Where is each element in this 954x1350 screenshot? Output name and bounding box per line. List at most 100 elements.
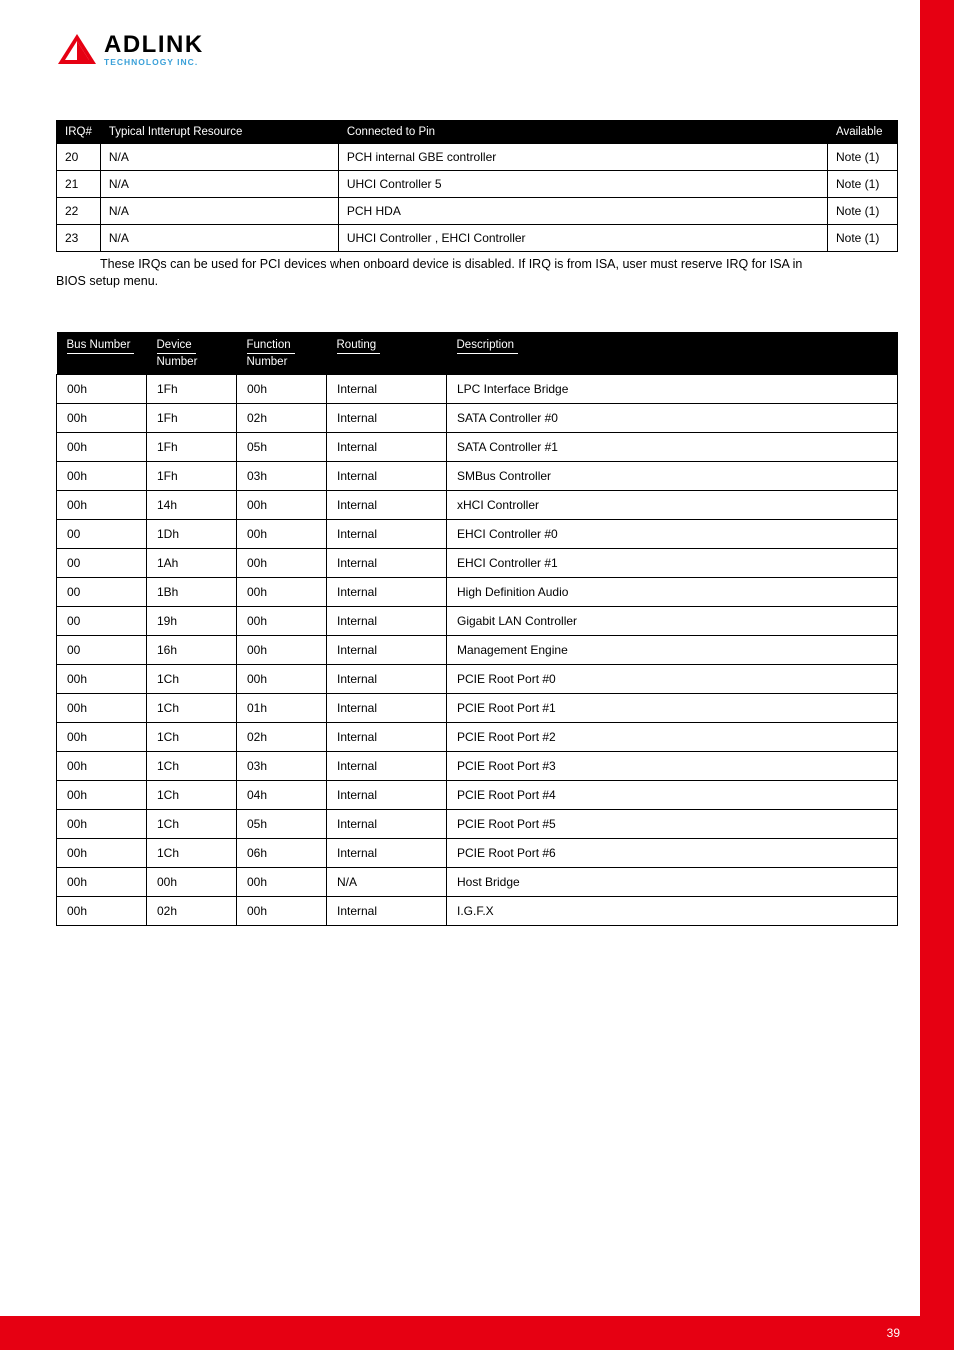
table-row: 001Bh00hInternalHigh Definition Audio	[57, 577, 898, 606]
table-cell: N/A	[100, 198, 338, 225]
table-cell: xHCI Controller	[447, 490, 898, 519]
table-cell: Internal	[327, 374, 447, 403]
table-cell: 00	[57, 548, 147, 577]
table-row: 00h1Ch01hInternalPCIE Root Port #1	[57, 693, 898, 722]
table-cell: 1Bh	[147, 577, 237, 606]
table-cell: PCH HDA	[338, 198, 827, 225]
table-cell: Internal	[327, 403, 447, 432]
table-cell: EHCI Controller #1	[447, 548, 898, 577]
table-cell: N/A	[327, 867, 447, 896]
table-row: 00h1Ch03hInternalPCIE Root Port #3	[57, 751, 898, 780]
table-cell: 16h	[147, 635, 237, 664]
table-cell: LPC Interface Bridge	[447, 374, 898, 403]
table-row: 00h1Ch06hInternalPCIE Root Port #6	[57, 838, 898, 867]
table-cell: 00	[57, 635, 147, 664]
table-row: 00h02h00hInternalI.G.F.X	[57, 896, 898, 925]
table-row: 22N/APCH HDANote (1)	[57, 198, 898, 225]
table-cell: 23	[57, 225, 101, 252]
table-cell: 1Fh	[147, 432, 237, 461]
col-pin: Connected to Pin	[338, 121, 827, 144]
table-cell: 1Ah	[147, 548, 237, 577]
table-cell: 02h	[237, 403, 327, 432]
table-cell: 00h	[57, 432, 147, 461]
table-cell: 00h	[237, 867, 327, 896]
table-cell: 00h	[57, 461, 147, 490]
table-cell: 00h	[237, 519, 327, 548]
page-footer: 39	[0, 1316, 954, 1350]
table-cell: 00h	[57, 722, 147, 751]
table-cell: 00h	[57, 374, 147, 403]
col-routing: Routing	[327, 332, 447, 374]
table-cell: 00h	[57, 751, 147, 780]
table-cell: PCIE Root Port #1	[447, 693, 898, 722]
logo-triangle-icon	[56, 32, 98, 69]
table-cell: 00h	[57, 490, 147, 519]
table-cell: 06h	[237, 838, 327, 867]
table-cell: Internal	[327, 722, 447, 751]
table-cell: 21	[57, 171, 101, 198]
table-cell: 05h	[237, 809, 327, 838]
table-cell: 20	[57, 144, 101, 171]
table-row: 0016h00hInternalManagement Engine	[57, 635, 898, 664]
table-cell: 01h	[237, 693, 327, 722]
col-device-number: DeviceNumber	[147, 332, 237, 374]
table-cell: Host Bridge	[447, 867, 898, 896]
page-accent-sidebar	[920, 0, 954, 1350]
table-cell: 02h	[237, 722, 327, 751]
table-cell: PCIE Root Port #5	[447, 809, 898, 838]
table-cell: 1Ch	[147, 664, 237, 693]
table-cell: N/A	[100, 171, 338, 198]
col-resource: Typical Intterupt Resource	[100, 121, 338, 144]
table-row: 001Dh00hInternalEHCI Controller #0	[57, 519, 898, 548]
logo-text-main: ADLINK	[104, 31, 204, 58]
col-bus-number: Bus Number	[57, 332, 147, 374]
table-row: 00h1Fh00hInternalLPC Interface Bridge	[57, 374, 898, 403]
logo-text-sub: TECHNOLOGY INC.	[104, 57, 198, 67]
table-row: 001Ah00hInternalEHCI Controller #1	[57, 548, 898, 577]
table-cell: 00h	[147, 867, 237, 896]
table-cell: 05h	[237, 432, 327, 461]
table-header-row: Bus Number DeviceNumber FunctionNumber R…	[57, 332, 898, 374]
table-cell: UHCI Controller , EHCI Controller	[338, 225, 827, 252]
table-cell: Internal	[327, 896, 447, 925]
table-row: 00h1Ch00hInternalPCIE Root Port #0	[57, 664, 898, 693]
table-cell: 00h	[57, 403, 147, 432]
table-cell: PCIE Root Port #0	[447, 664, 898, 693]
table-cell: Internal	[327, 751, 447, 780]
table-cell: Note (1)	[828, 198, 898, 225]
page-number: 39	[887, 1326, 900, 1340]
table-cell: 00h	[57, 664, 147, 693]
table-cell: 1Ch	[147, 809, 237, 838]
table-cell: 00h	[237, 635, 327, 664]
table-row: 21N/AUHCI Controller 5Note (1)	[57, 171, 898, 198]
table-cell: UHCI Controller 5	[338, 171, 827, 198]
table-cell: 1Fh	[147, 374, 237, 403]
table-cell: I.G.F.X	[447, 896, 898, 925]
table-cell: Internal	[327, 432, 447, 461]
pci-device-table: Bus Number DeviceNumber FunctionNumber R…	[56, 332, 898, 926]
table-cell: 00h	[237, 490, 327, 519]
note-line-1: These IRQs can be used for PCI devices w…	[100, 257, 802, 271]
table-cell: 1Ch	[147, 693, 237, 722]
table-cell: High Definition Audio	[447, 577, 898, 606]
table-cell: 00h	[237, 664, 327, 693]
table-cell: Internal	[327, 577, 447, 606]
table-cell: 00h	[57, 809, 147, 838]
table-cell: 00h	[237, 896, 327, 925]
col-irq: IRQ#	[57, 121, 101, 144]
table-row: 00h1Fh03hInternalSMBus Controller	[57, 461, 898, 490]
table-cell: PCIE Root Port #4	[447, 780, 898, 809]
table-row: 00h00h00hN/AHost Bridge	[57, 867, 898, 896]
table-cell: PCIE Root Port #2	[447, 722, 898, 751]
table-cell: N/A	[100, 225, 338, 252]
table-row: 00h14h00hInternalxHCI Controller	[57, 490, 898, 519]
page-content: IRQ# Typical Intterupt Resource Connecte…	[56, 120, 898, 926]
table-cell: 00h	[237, 606, 327, 635]
note-line-2: BIOS setup menu.	[56, 273, 898, 290]
table-cell: SATA Controller #1	[447, 432, 898, 461]
irq-table: IRQ# Typical Intterupt Resource Connecte…	[56, 120, 898, 252]
table-cell: PCH internal GBE controller	[338, 144, 827, 171]
table-cell: Internal	[327, 461, 447, 490]
table-row: 00h1Fh05hInternalSATA Controller #1	[57, 432, 898, 461]
table-cell: 1Dh	[147, 519, 237, 548]
